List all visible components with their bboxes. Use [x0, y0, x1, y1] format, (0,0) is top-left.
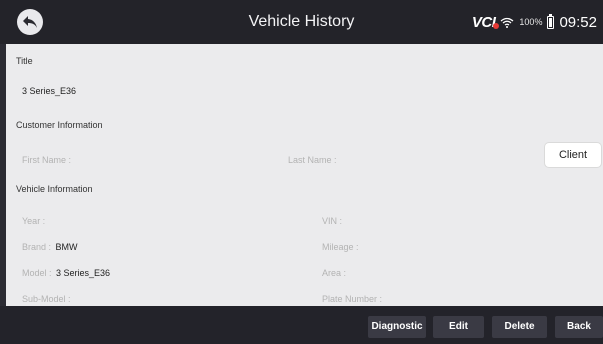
brand-value: BMW: [55, 242, 78, 252]
top-bar: Vehicle History VCI 100% 09:52: [0, 0, 603, 44]
clock: 09:52: [559, 13, 597, 31]
bottom-toolbar: Diagnostic Edit Delete Back: [0, 306, 603, 344]
vehicle-section-label: Vehicle Information: [16, 184, 93, 194]
year-field[interactable]: Year :: [22, 211, 45, 229]
vin-label: VIN :: [322, 216, 343, 226]
mileage-label: Mileage :: [322, 242, 359, 252]
wifi-icon: [501, 17, 514, 28]
title-section-label: Title: [16, 56, 33, 66]
first-name-label: First Name :: [22, 155, 72, 165]
plate-number-label: Plate Number :: [322, 294, 383, 304]
brand-field[interactable]: Brand : BMW: [22, 237, 77, 255]
diagnostic-button[interactable]: Diagnostic: [368, 316, 426, 338]
client-button[interactable]: Client: [545, 143, 601, 167]
vci-status-dot: [493, 22, 500, 29]
plate-number-field[interactable]: Plate Number :: [322, 289, 382, 307]
vci-indicator: VCI: [471, 13, 500, 31]
last-name-label: Last Name :: [288, 155, 337, 165]
edit-button[interactable]: Edit: [433, 316, 484, 338]
brand-label: Brand :: [22, 242, 52, 252]
model-value: 3 Series_E36: [55, 268, 111, 278]
submodel-label: Sub-Model :: [22, 294, 71, 304]
area-label: Area :: [322, 268, 347, 278]
back-button-footer[interactable]: Back: [555, 316, 603, 338]
submodel-field[interactable]: Sub-Model :: [22, 289, 71, 307]
vci-label: VCI: [471, 13, 496, 31]
model-field[interactable]: Model : 3 Series_E36: [22, 263, 110, 281]
status-area: VCI 100% 09:52: [472, 0, 597, 44]
delete-button[interactable]: Delete: [492, 316, 547, 338]
mileage-field[interactable]: Mileage :: [322, 237, 359, 255]
first-name-field[interactable]: First Name :: [22, 150, 71, 168]
battery-icon: [547, 13, 555, 29]
customer-section-label: Customer Information: [16, 120, 103, 130]
vehicle-history-content: Title 3 Series_E36 Customer Information …: [6, 44, 603, 306]
vin-field[interactable]: VIN :: [322, 211, 342, 229]
battery-percent: 100%: [519, 17, 543, 27]
model-label: Model :: [22, 268, 52, 278]
last-name-field[interactable]: Last Name :: [288, 150, 337, 168]
area-field[interactable]: Area :: [322, 263, 346, 281]
title-value: 3 Series_E36: [22, 86, 77, 96]
year-label: Year :: [22, 216, 46, 226]
